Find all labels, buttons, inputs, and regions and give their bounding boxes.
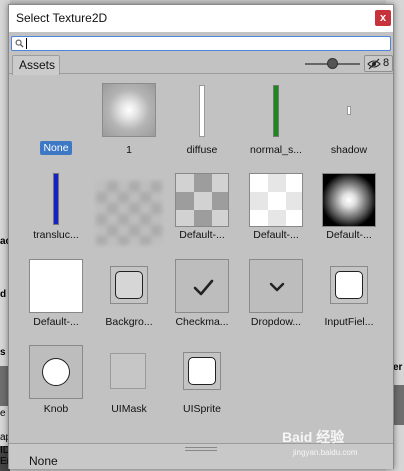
circle-shape <box>42 358 70 386</box>
asset-label: 1 <box>126 144 132 156</box>
texture-thumbnail <box>330 266 368 304</box>
hidden-packages-toggle[interactable]: 8 <box>364 55 393 72</box>
texture-thumbnail <box>347 106 351 115</box>
texture-thumbnail <box>110 353 146 389</box>
size-slider-knob[interactable] <box>327 58 338 69</box>
asset-item-shadow[interactable]: shadow <box>312 75 386 161</box>
background-text: e <box>0 408 6 419</box>
tab-assets[interactable]: Assets <box>12 55 60 75</box>
texture-thumbnail <box>175 173 229 227</box>
background-text: d <box>0 289 7 300</box>
rounded-rect-shape <box>188 357 216 385</box>
asset-label: transluc... <box>33 229 79 241</box>
search-input[interactable] <box>11 36 391 51</box>
texture-thumbnail <box>199 85 205 137</box>
search-bar <box>9 32 393 54</box>
window-title: Select Texture2D <box>16 11 108 25</box>
asset-item-transluc[interactable]: transluc... <box>19 167 93 247</box>
eye-off-icon <box>367 58 381 70</box>
background-text: er <box>393 362 403 373</box>
watermark-brand: Baid 经验 <box>282 429 345 445</box>
rounded-rect-shape <box>115 271 143 299</box>
asset-item-inputfield[interactable]: InputFiel... <box>312 253 386 333</box>
asset-item-default-3[interactable]: Default-... <box>312 167 386 247</box>
asset-label: diffuse <box>186 144 218 156</box>
texture-thumbnail <box>29 259 83 313</box>
asset-grid: None 1 diffuse normal_s... shadow transl… <box>9 75 393 443</box>
asset-item-diffuse[interactable]: diffuse <box>165 75 239 161</box>
asset-label: Checkma... <box>175 316 229 328</box>
asset-label: Default-... <box>326 229 372 241</box>
text-caret <box>26 38 27 49</box>
asset-label: Default-... <box>253 229 299 241</box>
select-texture-window: Select Texture2D x Assets 8 None 1 diffu… <box>8 4 394 469</box>
asset-label: InputFiel... <box>324 316 374 328</box>
texture-thumbnail <box>249 259 303 313</box>
texture-thumbnail <box>110 266 148 304</box>
asset-item-dropdown[interactable]: Dropdow... <box>239 253 313 333</box>
asset-item-default-2[interactable]: Default-... <box>239 167 313 247</box>
asset-item-blurred[interactable] <box>92 167 166 247</box>
rounded-rect-shape <box>335 271 363 299</box>
asset-label: Default-... <box>33 316 79 328</box>
asset-label: Knob <box>43 403 69 415</box>
selected-asset-name: None <box>29 454 58 468</box>
background-text: s <box>0 347 6 358</box>
toolbar: Assets 8 <box>9 54 393 75</box>
asset-item-background[interactable]: Backgro... <box>92 253 166 333</box>
checkmark-icon <box>193 279 214 296</box>
texture-thumbnail <box>322 173 376 227</box>
asset-item-1[interactable]: 1 <box>92 75 166 161</box>
title-bar[interactable]: Select Texture2D x <box>9 5 393 32</box>
asset-item-default-4[interactable]: Default-... <box>19 253 93 333</box>
hidden-count: 8 <box>383 57 390 69</box>
chevron-down-icon <box>269 282 285 292</box>
asset-label: normal_s... <box>250 144 302 156</box>
texture-thumbnail <box>53 173 59 225</box>
asset-label-selected: None <box>40 141 72 155</box>
resize-handle[interactable] <box>185 447 217 448</box>
resize-handle[interactable] <box>185 450 217 451</box>
asset-item-uisprite[interactable]: UISprite <box>165 339 239 419</box>
texture-thumbnail <box>183 352 221 390</box>
texture-thumbnail <box>175 259 229 313</box>
asset-label: Backgro... <box>105 316 153 328</box>
asset-label: shadow <box>330 144 368 156</box>
asset-item-uimask[interactable]: UIMask <box>92 339 166 419</box>
asset-label: UIMask <box>111 403 147 415</box>
texture-thumbnail <box>273 85 279 137</box>
texture-thumbnail <box>102 83 156 137</box>
asset-item-normal[interactable]: normal_s... <box>239 75 313 161</box>
watermark-url: jingyan.baidu.com <box>293 448 358 457</box>
search-icon <box>15 39 24 48</box>
asset-item-checkmark[interactable]: Checkma... <box>165 253 239 333</box>
asset-label: UISprite <box>183 403 221 415</box>
asset-item-none[interactable]: None <box>19 75 93 161</box>
asset-item-knob[interactable]: Knob <box>19 339 93 419</box>
asset-label: Dropdow... <box>250 316 302 328</box>
texture-thumbnail <box>249 173 303 227</box>
asset-label: Default-... <box>179 229 225 241</box>
close-button[interactable]: x <box>375 10 391 26</box>
asset-item-default-1[interactable]: Default-... <box>165 167 239 247</box>
texture-thumbnail <box>29 345 83 399</box>
texture-thumbnail <box>96 181 162 245</box>
